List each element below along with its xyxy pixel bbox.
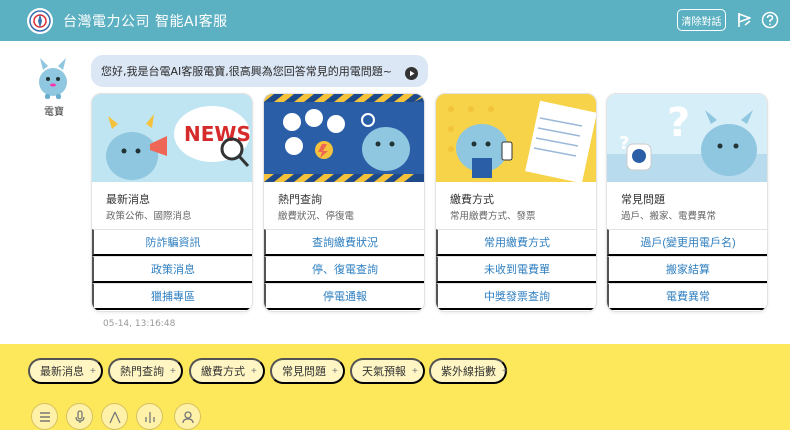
text-size-small-icon <box>144 411 155 423</box>
chip-label: 天氣預報 <box>362 366 406 378</box>
link-moving-settlement[interactable]: 搬家結算 <box>607 256 767 283</box>
feedback-flag-icon[interactable] <box>736 11 754 29</box>
taipower-logo-icon <box>27 8 53 34</box>
chip-label: 最新消息 <box>40 366 84 378</box>
chip-label: 紫外線指數 <box>441 366 496 378</box>
plus-icon: + <box>332 365 338 377</box>
chip-uv-index[interactable]: 紫外線指數 + <box>429 358 508 384</box>
menu-button[interactable] <box>31 403 58 430</box>
chip-latest-news[interactable]: 最新消息 + <box>28 358 103 384</box>
microphone-icon <box>74 409 85 423</box>
chip-label: 熱門查詢 <box>120 366 164 378</box>
card-title: 繳費方式 <box>450 193 494 206</box>
bot-name: 電寶 <box>44 107 64 118</box>
greeting-bubble: 您好,我是台電AI客服電寶,很高興為您回答常見的用電問題~ <box>91 55 428 87</box>
play-audio-icon[interactable] <box>405 65 418 80</box>
text-size-small-button[interactable] <box>136 403 163 430</box>
card-subtitle: 過戶、搬家、電費異常 <box>621 211 717 222</box>
link-policy-news[interactable]: 政策消息 <box>92 256 252 283</box>
card-faq: ? ? 常見問題 過戶、搬家、電費異常 過戶(變更用電戶名) 搬家結算 電費異常 <box>606 93 768 312</box>
link-winning-invoice[interactable]: 中獎發票查詢 <box>436 283 596 310</box>
chip-weather[interactable]: 天氣預報 + <box>350 358 425 384</box>
plus-icon: + <box>412 365 418 377</box>
card-subtitle: 政策公佈、國際消息 <box>106 211 192 222</box>
text-size-large-icon <box>108 411 121 423</box>
link-hunting-zone[interactable]: 獵捕專區 <box>92 283 252 310</box>
card-latest-news: NEWS 最新消息 政策公佈、國際消息 防詐騙資訊 政策消息 獵捕專區 <box>91 93 253 312</box>
card-subtitle: 常用繳費方式、發票 <box>450 211 536 222</box>
chip-label: 常見問題 <box>282 366 326 378</box>
card-payment-methods: 繳費方式 常用繳費方式、發票 常用繳費方式 未收到電費單 中獎發票查詢 <box>435 93 597 312</box>
news-banner-image: NEWS <box>92 94 252 182</box>
user-icon <box>181 410 194 423</box>
plus-icon: + <box>502 365 508 377</box>
link-payment-status[interactable]: 查詢繳費狀況 <box>264 229 424 256</box>
card-title: 常見問題 <box>621 193 665 206</box>
card-popular-queries: 熱門查詢 繳費狀況、停復電 查詢繳費狀況 停、復電查詢 停電通報 <box>263 93 425 312</box>
chip-popular-queries[interactable]: 熱門查詢 + <box>108 358 183 384</box>
chip-payment-methods[interactable]: 繳費方式 + <box>189 358 265 384</box>
plus-icon: + <box>90 365 96 377</box>
queries-banner-image <box>264 94 424 182</box>
card-title: 最新消息 <box>106 193 150 206</box>
link-abnormal-bill[interactable]: 電費異常 <box>607 283 767 310</box>
plus-icon: + <box>251 365 257 377</box>
link-report-outage[interactable]: 停電通報 <box>264 283 424 310</box>
text-size-large-button[interactable] <box>101 403 128 430</box>
app-title: 台灣電力公司 智能AI客服 <box>63 14 228 30</box>
payment-banner-image <box>436 94 596 182</box>
voice-input-button[interactable] <box>66 403 93 430</box>
message-timestamp: 05-14, 13:16:48 <box>103 319 176 329</box>
link-transfer-account[interactable]: 過戶(變更用電戶名) <box>607 229 767 256</box>
faq-banner-image: ? ? <box>607 94 767 182</box>
link-outage-query[interactable]: 停、復電查詢 <box>264 256 424 283</box>
link-common-payment[interactable]: 常用繳費方式 <box>436 229 596 256</box>
header-bar: 台灣電力公司 智能AI客服 清除對話 <box>0 0 790 41</box>
link-anti-fraud[interactable]: 防詐騙資訊 <box>92 229 252 256</box>
plus-icon: + <box>170 365 176 377</box>
clear-conversation-button[interactable]: 清除對話 <box>677 9 726 31</box>
help-icon[interactable] <box>761 11 779 29</box>
user-button[interactable] <box>174 403 201 430</box>
chip-faq[interactable]: 常見問題 + <box>270 358 345 384</box>
menu-icon <box>39 411 50 422</box>
chip-label: 繳費方式 <box>201 366 245 378</box>
link-bill-not-received[interactable]: 未收到電費單 <box>436 256 596 283</box>
bot-avatar <box>35 52 71 100</box>
card-title: 熱門查詢 <box>278 193 322 206</box>
svg-text:?: ? <box>667 100 690 146</box>
card-subtitle: 繳費狀況、停復電 <box>278 211 355 222</box>
